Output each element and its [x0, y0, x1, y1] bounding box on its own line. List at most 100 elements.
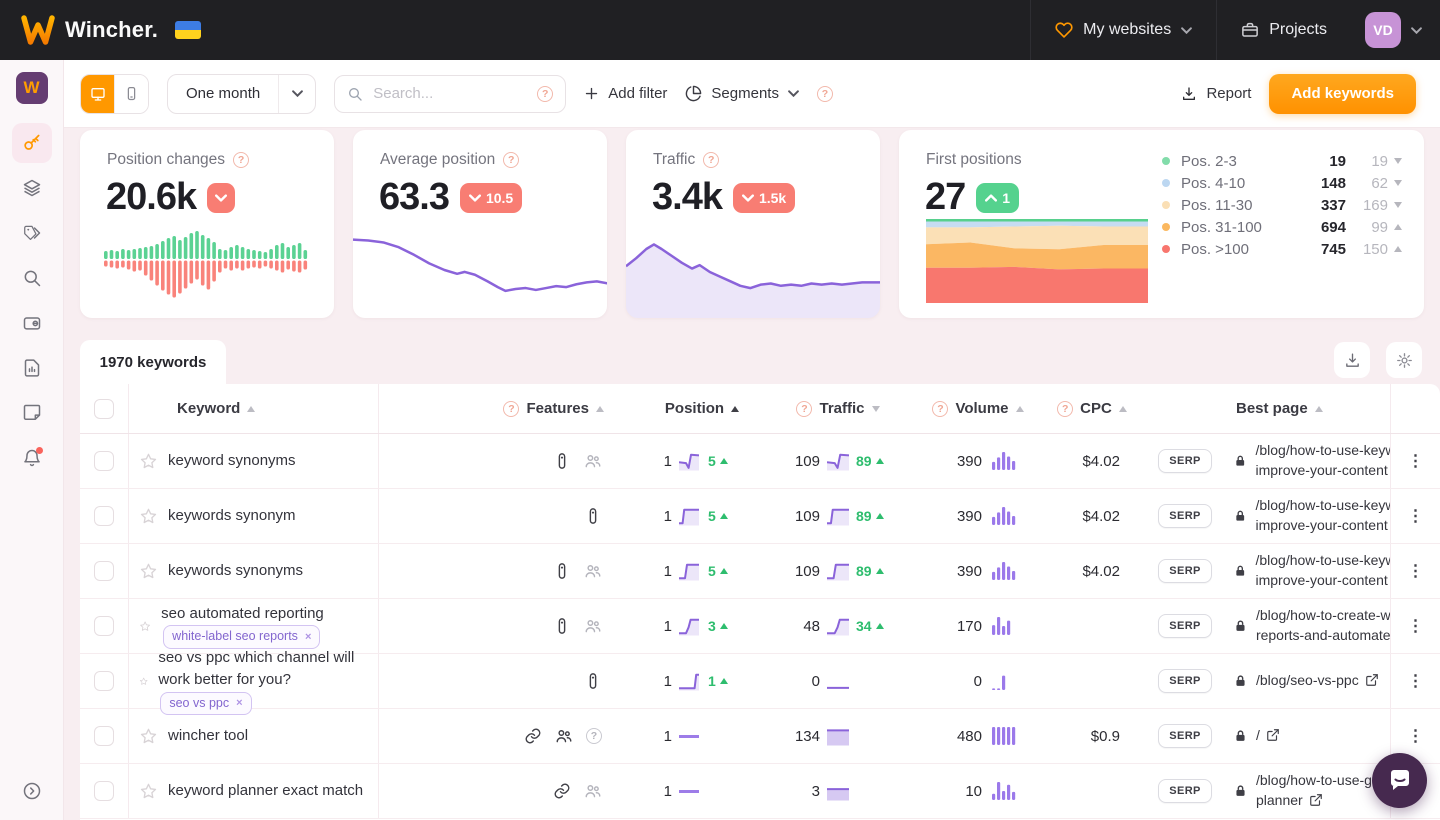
keyword-text[interactable]: seo automated reporting	[161, 605, 324, 622]
star-icon[interactable]	[139, 562, 158, 581]
row-checkbox[interactable]	[94, 726, 114, 746]
help-icon[interactable]: ?	[703, 152, 720, 168]
desktop-toggle-button[interactable]	[81, 74, 114, 113]
external-link-icon[interactable]	[1365, 673, 1379, 687]
row-checkbox[interactable]	[94, 561, 114, 581]
legend-trend-icon[interactable]	[1394, 246, 1402, 252]
sort-asc-icon[interactable]	[247, 405, 256, 412]
serp-button[interactable]: SERP	[1158, 504, 1212, 528]
sort-asc-icon[interactable]	[731, 405, 740, 412]
row-menu-button[interactable]: ⋮	[1408, 561, 1424, 581]
filters-help-icon[interactable]: ?	[816, 85, 833, 102]
sidebar-item-competitors[interactable]	[12, 303, 52, 343]
keywords-count-tab[interactable]: 1970 keywords	[80, 340, 226, 384]
best-page-url[interactable]: /	[1256, 726, 1280, 746]
external-link-icon[interactable]	[1309, 793, 1323, 807]
row-menu-button[interactable]: ⋮	[1408, 616, 1424, 636]
legend-trend-icon[interactable]	[1394, 158, 1402, 164]
star-icon[interactable]	[139, 507, 158, 526]
sidebar-item-tags[interactable]	[12, 213, 52, 253]
best-page-url[interactable]: /blog/how-to-use-keyw improve-your-conten…	[1255, 441, 1390, 480]
sidebar-item-notes[interactable]	[12, 393, 52, 433]
row-menu-button[interactable]: ⋮	[1408, 671, 1424, 691]
keyword-text[interactable]: wincher tool	[168, 727, 248, 744]
projects-menu[interactable]: Projects	[1217, 0, 1351, 60]
sort-asc-icon[interactable]	[1015, 405, 1024, 412]
period-select[interactable]: One month	[167, 73, 317, 114]
row-menu-button[interactable]: ⋮	[1408, 506, 1424, 526]
help-icon[interactable]: ?	[503, 152, 520, 168]
column-label[interactable]: ? Features	[503, 400, 604, 417]
legend-trend-icon[interactable]	[1394, 224, 1402, 230]
add-filter-button[interactable]: Add filter	[584, 85, 667, 102]
sort-desc-icon[interactable]	[871, 405, 880, 412]
help-icon[interactable]: ?	[1057, 400, 1074, 417]
column-label[interactable]: Position	[665, 400, 740, 417]
sort-asc-icon[interactable]	[1314, 405, 1323, 412]
sidebar-item-notifications[interactable]	[12, 438, 52, 478]
best-page-url[interactable]: /blog/how-to-use-keyw improve-your-conten…	[1255, 551, 1390, 590]
legend-trend-icon[interactable]	[1394, 180, 1402, 186]
keyword-text[interactable]: keyword planner exact match	[168, 782, 363, 799]
best-page-url[interactable]: /blog/seo-vs-ppc	[1256, 671, 1379, 691]
star-icon[interactable]	[139, 452, 158, 471]
serp-button[interactable]: SERP	[1158, 779, 1212, 803]
help-icon[interactable]: ?	[503, 400, 520, 417]
serp-button[interactable]: SERP	[1158, 669, 1212, 693]
export-button[interactable]	[1334, 342, 1370, 378]
column-label[interactable]: ? Traffic	[796, 400, 880, 417]
mobile-toggle-button[interactable]	[114, 74, 148, 113]
serp-button[interactable]: SERP	[1158, 614, 1212, 638]
star-icon[interactable]	[139, 727, 158, 746]
serp-button[interactable]: SERP	[1158, 559, 1212, 583]
row-checkbox[interactable]	[94, 616, 114, 636]
keyword-text[interactable]: keyword synonyms	[168, 452, 296, 469]
row-menu-button[interactable]: ⋮	[1408, 451, 1424, 471]
table-settings-button[interactable]	[1386, 342, 1422, 378]
keyword-text[interactable]: seo vs ppc which channel will work bette…	[158, 649, 354, 689]
add-keywords-button[interactable]: Add keywords	[1269, 73, 1416, 114]
column-label[interactable]: ? CPC	[1057, 400, 1127, 417]
star-icon[interactable]	[139, 672, 148, 691]
user-avatar[interactable]: VD	[1365, 12, 1401, 48]
sort-asc-icon[interactable]	[1118, 405, 1127, 412]
help-icon[interactable]: ?	[233, 152, 250, 168]
help-icon[interactable]: ?	[932, 400, 949, 417]
sort-asc-icon[interactable]	[596, 405, 604, 412]
keyword-text[interactable]: keywords synonym	[168, 507, 296, 524]
account-chevron-icon[interactable]	[1411, 26, 1422, 34]
row-checkbox[interactable]	[94, 781, 114, 801]
sidebar-item-research[interactable]	[12, 258, 52, 298]
search-input[interactable]	[371, 84, 530, 103]
row-checkbox[interactable]	[94, 451, 114, 471]
star-icon[interactable]	[139, 782, 158, 801]
row-checkbox[interactable]	[94, 671, 114, 691]
legend-trend-icon[interactable]	[1394, 202, 1402, 208]
external-link-icon[interactable]	[1266, 728, 1280, 742]
best-page-url[interactable]: /blog/how-to-create-w reports-and-automat…	[1256, 606, 1390, 645]
chat-widget-button[interactable]	[1372, 753, 1427, 808]
my-websites-menu[interactable]: My websites	[1030, 0, 1218, 60]
segments-button[interactable]: Segments	[685, 85, 799, 102]
keyword-tag[interactable]: white-label seo reports ×	[163, 625, 321, 650]
star-icon[interactable]	[139, 617, 151, 636]
tag-remove-icon[interactable]: ×	[305, 629, 311, 646]
keyword-text[interactable]: keywords synonyms	[168, 562, 303, 579]
column-label[interactable]: Best page	[1236, 400, 1323, 417]
help-icon[interactable]: ?	[796, 400, 813, 417]
column-label[interactable]: ? Volume	[932, 400, 1024, 417]
sidebar-item-reports[interactable]	[12, 348, 52, 388]
row-menu-button[interactable]: ⋮	[1408, 726, 1424, 746]
row-checkbox[interactable]	[94, 506, 114, 526]
sidebar-item-keywords[interactable]	[11, 122, 52, 163]
serp-button[interactable]: SERP	[1158, 724, 1212, 748]
workspace-logo[interactable]: W	[15, 72, 48, 104]
sidebar-collapse-button[interactable]	[22, 781, 42, 806]
report-button[interactable]: Report	[1181, 85, 1251, 102]
best-page-url[interactable]: /blog/how-to-use-go planner	[1256, 771, 1380, 810]
serp-button[interactable]: SERP	[1158, 449, 1212, 473]
best-page-url[interactable]: /blog/how-to-use-keyw improve-your-conten…	[1255, 496, 1390, 535]
search-help-icon[interactable]: ?	[537, 85, 554, 102]
column-label[interactable]: Keyword	[177, 400, 256, 417]
select-all-checkbox[interactable]	[94, 398, 114, 419]
